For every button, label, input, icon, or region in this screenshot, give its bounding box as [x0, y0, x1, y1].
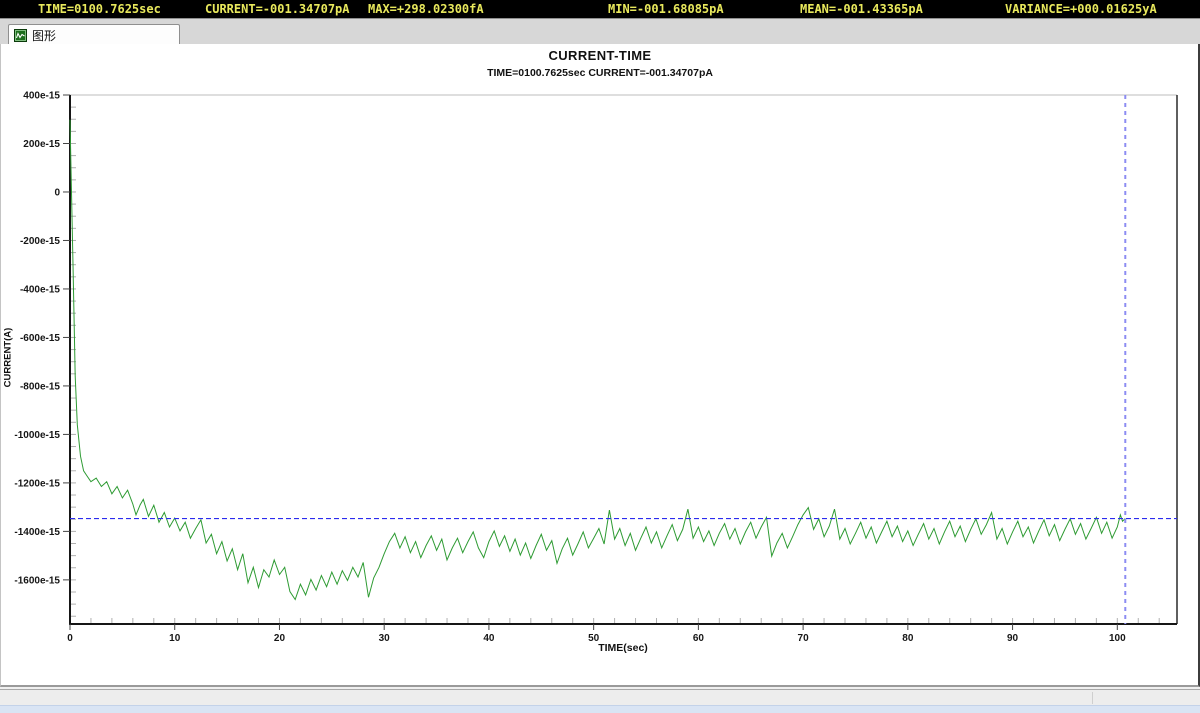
x-tick-label: 10: [169, 633, 181, 644]
y-tick-label: -1400e-15: [14, 527, 60, 538]
y-tick-label: -1600e-15: [14, 575, 60, 586]
y-tick-label: -200e-15: [20, 236, 60, 247]
status-bar: [0, 689, 1200, 705]
plot-area[interactable]: 0 10 20 30 40 50 60 70 80 90 100 400e-15 200e-15 0 -20…: [0, 0, 1200, 713]
taskbar-edge: [0, 705, 1200, 713]
x-tick-label: 50: [588, 633, 600, 644]
y-tick-label: 200e-15: [23, 139, 60, 150]
x-tick-label: 0: [67, 633, 73, 644]
y-tick-label: 0: [54, 187, 60, 198]
x-tick-label: 70: [798, 633, 810, 644]
y-tick-label: -800e-15: [20, 381, 60, 392]
y-tick-label: 400e-15: [23, 91, 60, 102]
app-window: TIME=0100.7625sec CURRENT=-001.34707pA M…: [0, 0, 1200, 713]
y-tick-label: -600e-15: [20, 333, 60, 344]
x-tick-label: 20: [274, 633, 286, 644]
y-tick-label: -400e-15: [20, 284, 60, 295]
x-tick-label: 60: [693, 633, 705, 644]
x-tick-label: 30: [379, 633, 391, 644]
x-tick-label: 40: [483, 633, 495, 644]
x-tick-label: 90: [1007, 633, 1019, 644]
x-tick-label: 100: [1109, 633, 1126, 644]
x-tick-label: 80: [902, 633, 914, 644]
y-tick-label: -1000e-15: [14, 430, 60, 441]
y-tick-label: -1200e-15: [14, 478, 60, 489]
status-bar-separator: [1092, 692, 1093, 704]
current-trace: [70, 120, 1125, 600]
